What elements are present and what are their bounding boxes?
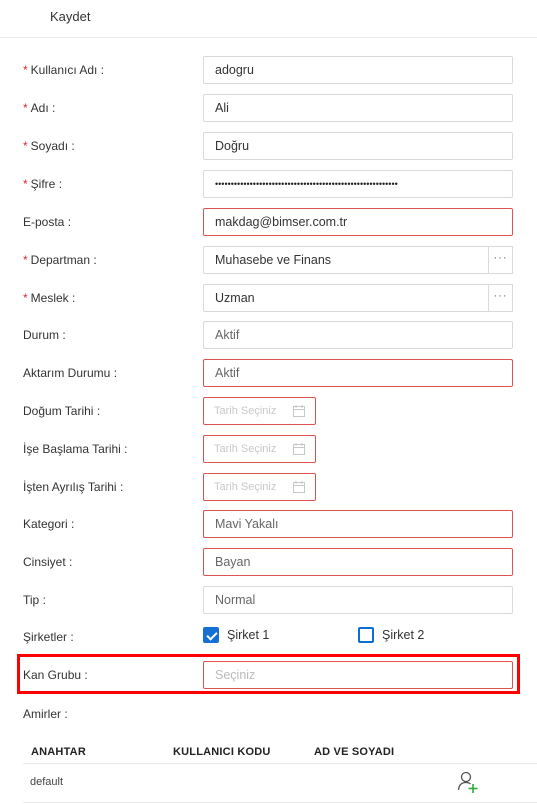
form-row-companies: Şirketler : Şirket 1 Şirket 2 xyxy=(0,626,537,654)
leave-date-label-text: İşten Ayrılış Tarihi xyxy=(23,480,117,494)
leave-date-label: İşten Ayrılış Tarihi : xyxy=(23,480,124,494)
first-name-label: * Adı : xyxy=(23,101,56,115)
table-row: default xyxy=(23,764,537,803)
form-row-password: * Şifre : •••••••••••••••••••••••••••••••… xyxy=(0,170,537,198)
gender-label: Cinsiyet : xyxy=(23,555,73,569)
type-label-text: Tip xyxy=(23,593,40,607)
form-row-gender: Cinsiyet : Bayan xyxy=(0,548,537,576)
start-date-label-text: İşe Başlama Tarihi xyxy=(23,442,121,456)
department-browse-button[interactable]: ··· xyxy=(488,246,513,274)
column-header-user-code[interactable]: KULLANICI KODU xyxy=(173,746,271,758)
type-label: Tip : xyxy=(23,593,46,607)
department-input[interactable]: Muhasebe ve Finans xyxy=(203,246,489,274)
username-label: * Kullanıcı Adı : xyxy=(23,63,105,77)
first-name-label-text: Adı xyxy=(30,101,49,115)
password-label-text: Şifre xyxy=(30,177,56,191)
transfer-status-label-text: Aktarım Durumu xyxy=(23,366,111,380)
calendar-icon xyxy=(293,481,305,493)
email-label-text: E-posta xyxy=(23,215,65,229)
form-row-last-name: * Soyadı : Doğru xyxy=(0,132,537,160)
form-row-first-name: * Adı : Ali xyxy=(0,94,537,122)
calendar-icon xyxy=(293,443,305,455)
required-marker: * xyxy=(23,253,28,267)
birth-date-picker[interactable]: Tarih Seçiniz xyxy=(203,397,316,425)
required-marker: * xyxy=(23,291,28,305)
last-name-input[interactable]: Doğru xyxy=(203,132,513,160)
company-1-label: Şirket 1 xyxy=(227,628,270,642)
companies-label: Şirketler : xyxy=(23,630,74,644)
profession-label-text: Meslek xyxy=(30,291,69,305)
status-select[interactable]: Aktif xyxy=(203,321,513,349)
email-label: E-posta : xyxy=(23,215,72,229)
form-row-email: E-posta : makdag@bimser.com.tr xyxy=(0,208,537,236)
profession-label: * Meslek : xyxy=(23,291,76,305)
status-label-text: Durum xyxy=(23,328,60,342)
form-row-birth-date: Doğum Tarihi : Tarih Seçiniz xyxy=(0,397,537,425)
required-marker: * xyxy=(23,101,28,115)
supervisors-label: Amirler : xyxy=(23,707,68,721)
username-label-text: Kullanıcı Adı xyxy=(30,63,98,77)
add-user-icon[interactable] xyxy=(456,770,480,794)
column-header-key[interactable]: ANAHTAR xyxy=(31,746,86,758)
birth-date-label: Doğum Tarihi : xyxy=(23,404,101,418)
last-name-label: * Soyadı : xyxy=(23,139,75,153)
transfer-status-label: Aktarım Durumu : xyxy=(23,366,118,380)
calendar-icon xyxy=(293,405,305,417)
status-label: Durum : xyxy=(23,328,66,342)
form-row-profession: * Meslek : Uzman ··· xyxy=(0,284,537,312)
form-row-blood-group: Kan Grubu : Seçiniz xyxy=(0,661,537,689)
company-2-label: Şirket 2 xyxy=(382,628,425,642)
companies-label-text: Şirketler xyxy=(23,630,68,644)
category-label-text: Kategori xyxy=(23,517,68,531)
required-marker: * xyxy=(23,63,28,77)
form-row-leave-date: İşten Ayrılış Tarihi : Tarih Seçiniz xyxy=(0,473,537,501)
leave-date-picker[interactable]: Tarih Seçiniz xyxy=(203,473,316,501)
start-date-placeholder: Tarih Seçiniz xyxy=(214,443,277,455)
required-marker: * xyxy=(23,177,28,191)
form-row-username: * Kullanıcı Adı : adogru xyxy=(0,56,537,84)
transfer-status-select[interactable]: Aktif xyxy=(203,359,513,387)
gender-label-text: Cinsiyet xyxy=(23,555,66,569)
password-input[interactable]: ••••••••••••••••••••••••••••••••••••••••… xyxy=(203,170,513,198)
toolbar: Kaydet xyxy=(0,0,537,38)
first-name-input[interactable]: Ali xyxy=(203,94,513,122)
form-row-transfer-status: Aktarım Durumu : Aktif xyxy=(0,359,537,387)
save-button[interactable]: Kaydet xyxy=(50,9,90,24)
form-row-status: Durum : Aktif xyxy=(0,321,537,349)
username-input[interactable]: adogru xyxy=(203,56,513,84)
password-label: * Şifre : xyxy=(23,177,63,191)
supervisors-label-text: Amirler xyxy=(23,707,61,721)
form-row-department: * Departman : Muhasebe ve Finans ··· xyxy=(0,246,537,274)
company-1-checkbox[interactable]: Şirket 1 xyxy=(203,627,269,643)
last-name-label-text: Soyadı xyxy=(30,139,69,153)
category-select[interactable]: Mavi Yakalı xyxy=(203,510,513,538)
profession-input[interactable]: Uzman xyxy=(203,284,489,312)
cell-key: default xyxy=(30,776,64,788)
profession-browse-button[interactable]: ··· xyxy=(488,284,513,312)
company-2-checkbox[interactable]: Şirket 2 xyxy=(358,627,424,643)
start-date-picker[interactable]: Tarih Seçiniz xyxy=(203,435,316,463)
checkbox-checked-icon[interactable] xyxy=(203,627,219,643)
department-label-text: Departman xyxy=(30,253,91,267)
blood-group-select[interactable]: Seçiniz xyxy=(203,661,513,689)
category-label: Kategori : xyxy=(23,517,75,531)
birth-date-label-text: Doğum Tarihi xyxy=(23,404,94,418)
blood-group-label-text: Kan Grubu xyxy=(23,668,82,682)
form-row-start-date: İşe Başlama Tarihi : Tarih Seçiniz xyxy=(0,435,537,463)
column-header-full-name[interactable]: AD VE SOYADI xyxy=(314,746,394,758)
checkbox-unchecked-icon[interactable] xyxy=(358,627,374,643)
type-select[interactable]: Normal xyxy=(203,586,513,614)
form-row-category: Kategori : Mavi Yakalı xyxy=(0,510,537,538)
supervisors-table: ANAHTAR KULLANICI KODU AD VE SOYADI defa… xyxy=(23,745,537,803)
table-header: ANAHTAR KULLANICI KODU AD VE SOYADI xyxy=(23,745,537,764)
birth-date-placeholder: Tarih Seçiniz xyxy=(214,405,277,417)
blood-group-label: Kan Grubu : xyxy=(23,668,88,682)
leave-date-placeholder: Tarih Seçiniz xyxy=(214,481,277,493)
email-input[interactable]: makdag@bimser.com.tr xyxy=(203,208,513,236)
department-label: * Departman : xyxy=(23,253,97,267)
start-date-label: İşe Başlama Tarihi : xyxy=(23,442,128,456)
required-marker: * xyxy=(23,139,28,153)
form-row-type: Tip : Normal xyxy=(0,586,537,614)
gender-select[interactable]: Bayan xyxy=(203,548,513,576)
